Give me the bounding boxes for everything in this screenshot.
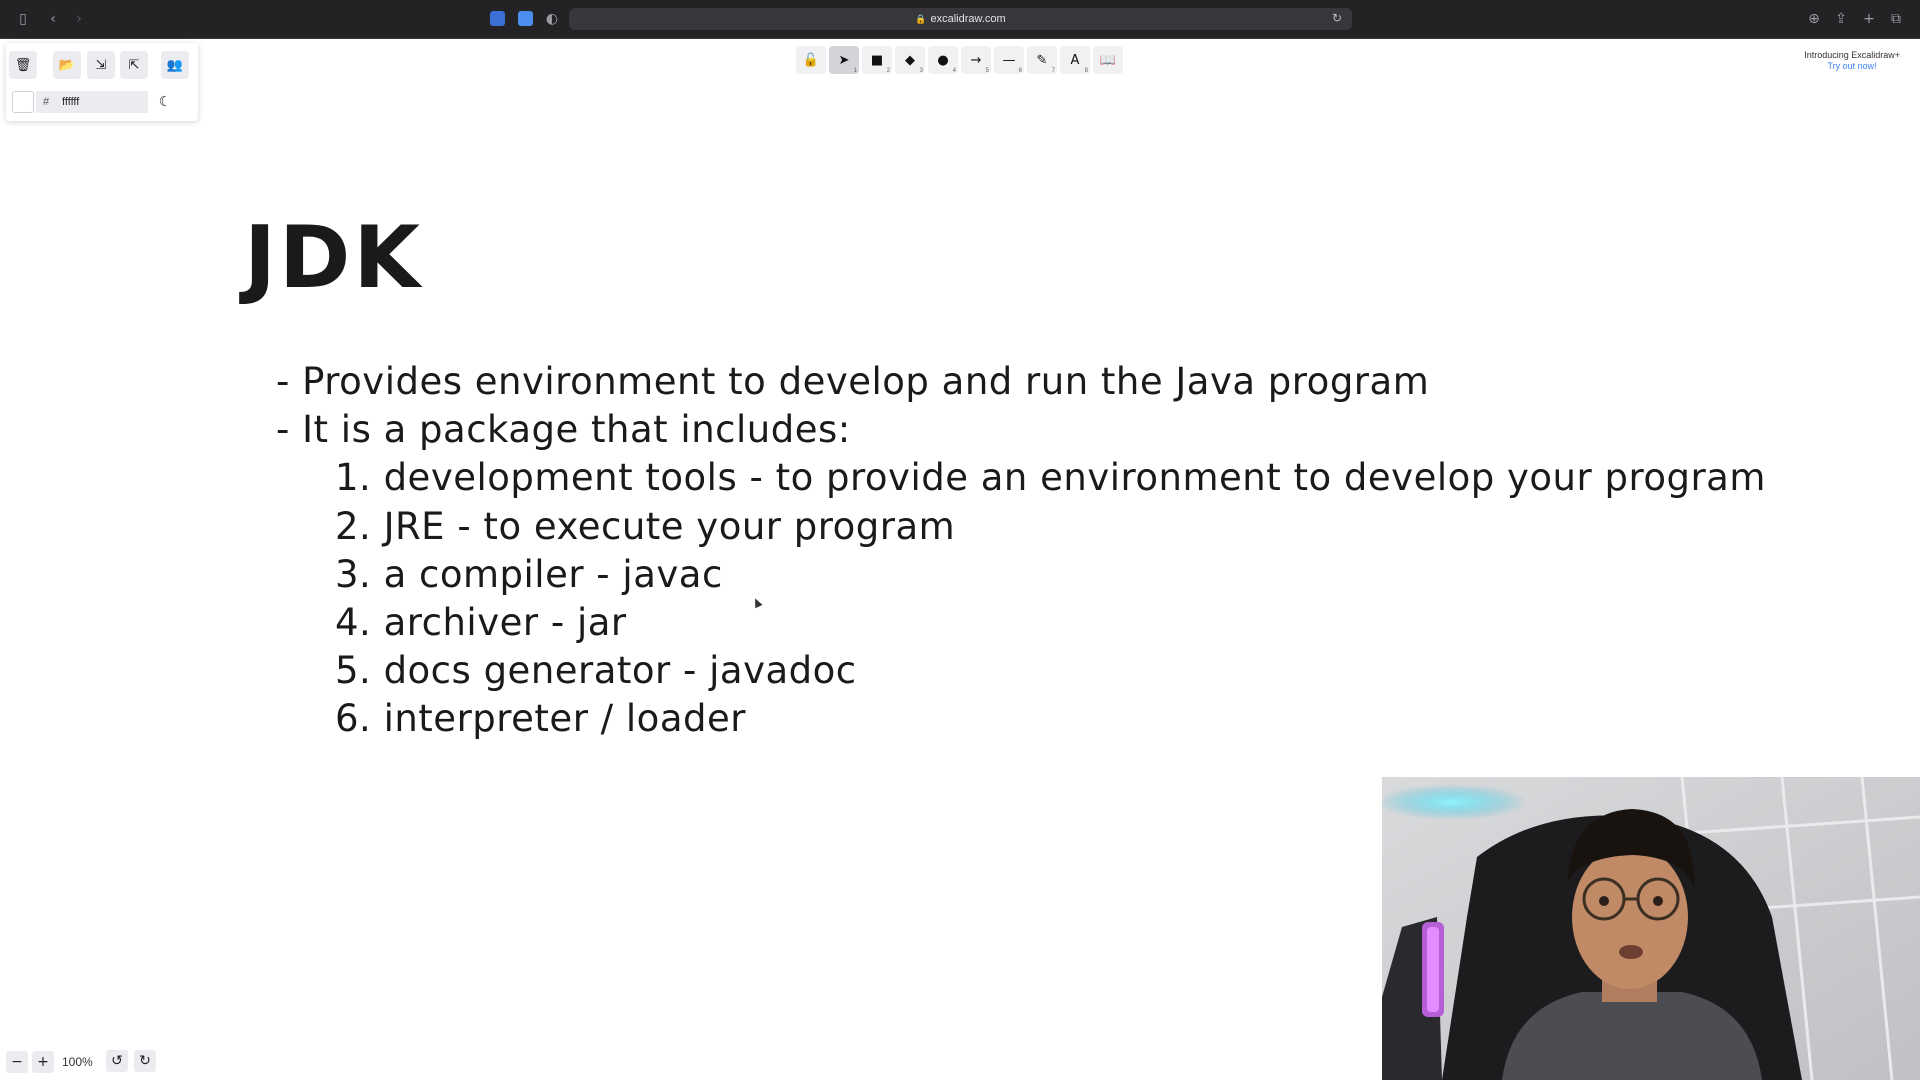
sidebar-toggle-icon[interactable]: ▯ bbox=[14, 9, 32, 29]
list-item[interactable]: 3. a compiler - javac bbox=[335, 553, 723, 596]
excalidraw-plus-promo[interactable]: Introducing Excalidraw+ Try out now! bbox=[1804, 50, 1900, 72]
lock-tool-button[interactable]: 🔓 bbox=[796, 46, 826, 74]
promo-link[interactable]: Try out now! bbox=[1804, 61, 1900, 72]
selection-tool-button[interactable]: ➤ 1 bbox=[829, 46, 859, 74]
redo-button[interactable]: ↻ bbox=[134, 1050, 156, 1072]
bullet-text[interactable]: - Provides environment to develop and ru… bbox=[276, 360, 1429, 403]
webcam-overlay bbox=[1382, 777, 1920, 1080]
history-controls: ↺ ↻ bbox=[106, 1050, 156, 1072]
save-file-icon: ⇲ bbox=[95, 57, 107, 73]
arrow-icon: → bbox=[970, 52, 982, 68]
diamond-icon: ◆ bbox=[905, 52, 915, 68]
hash-label: # bbox=[36, 91, 56, 113]
list-item[interactable]: 4. archiver - jar bbox=[335, 601, 627, 644]
shield-icon[interactable]: ◐ bbox=[545, 9, 559, 29]
browser-toolbar: ▯ ‹ › ◐ 🔒 excalidraw.com ↻ ⊕ ⇪ + ⧉ bbox=[0, 0, 1920, 39]
address-bar[interactable]: 🔒 excalidraw.com ↻ bbox=[569, 8, 1352, 30]
line-icon: — bbox=[1002, 52, 1016, 68]
shortcut-number: 8 bbox=[1084, 68, 1088, 74]
ellipse-tool-button[interactable]: ● 4 bbox=[928, 46, 958, 74]
text-tool-button[interactable]: A8 bbox=[1060, 46, 1090, 74]
forward-icon[interactable]: › bbox=[72, 9, 86, 29]
shortcut-number: 6 bbox=[1018, 68, 1022, 74]
shortcut-number: 7 bbox=[1051, 68, 1055, 74]
back-icon[interactable]: ‹ bbox=[46, 9, 60, 29]
rectangle-tool-button[interactable]: ■ 2 bbox=[862, 46, 892, 74]
trash-icon: 🗑 bbox=[14, 57, 32, 73]
text-icon: A bbox=[1070, 52, 1080, 68]
list-item[interactable]: 1. development tools - to provide an env… bbox=[335, 456, 1766, 499]
shortcut-number: 3 bbox=[919, 68, 923, 74]
ellipse-icon: ● bbox=[937, 52, 949, 68]
extension-icon[interactable] bbox=[518, 11, 533, 26]
pencil-icon: ✎ bbox=[1036, 52, 1048, 68]
reload-icon[interactable]: ↻ bbox=[1332, 11, 1342, 25]
users-icon: 👥 bbox=[166, 57, 184, 73]
zoom-level[interactable]: 100% bbox=[58, 1055, 97, 1069]
shortcut-number: 4 bbox=[952, 68, 956, 74]
dark-mode-toggle-icon[interactable]: ☾ bbox=[151, 91, 179, 113]
canvas-actions-panel: 🗑 📂 ⇲ ⇱ 👥 # ☾ bbox=[6, 43, 198, 121]
url-text: excalidraw.com bbox=[930, 13, 1006, 25]
list-item[interactable]: 5. docs generator - javadoc bbox=[335, 649, 857, 692]
library-button[interactable]: 📖 bbox=[1093, 46, 1123, 74]
promo-title: Introducing Excalidraw+ bbox=[1804, 50, 1900, 60]
bullet-text[interactable]: - It is a package that includes: bbox=[276, 408, 851, 451]
drawing-title[interactable]: JDK bbox=[244, 208, 423, 308]
draw-tool-button[interactable]: ✎ 7 bbox=[1027, 46, 1057, 74]
export-button[interactable]: ⇱ bbox=[120, 51, 148, 79]
list-item[interactable]: 2. JRE - to execute your program bbox=[335, 505, 955, 548]
line-tool-button[interactable]: —6 bbox=[994, 46, 1024, 74]
presenter-video-icon bbox=[1382, 777, 1920, 1080]
shortcut-number: 1 bbox=[853, 68, 857, 74]
zoom-controls: − + 100% bbox=[6, 1050, 97, 1074]
folder-icon: 📂 bbox=[58, 57, 76, 73]
shortcut-number: 2 bbox=[886, 68, 890, 74]
background-color-swatch[interactable] bbox=[12, 91, 34, 113]
save-button[interactable]: ⇲ bbox=[87, 51, 115, 79]
rectangle-icon: ■ bbox=[870, 52, 884, 68]
lock-icon: 🔒 bbox=[915, 13, 927, 24]
shortcut-number: 5 bbox=[985, 68, 989, 74]
open-button[interactable]: 📂 bbox=[53, 51, 81, 79]
background-color-input[interactable] bbox=[56, 91, 148, 113]
zoom-in-button[interactable]: + bbox=[32, 1051, 54, 1073]
diamond-tool-button[interactable]: ◆ 3 bbox=[895, 46, 925, 74]
export-image-icon: ⇱ bbox=[128, 57, 140, 73]
extension-icon[interactable] bbox=[490, 11, 505, 26]
download-icon[interactable]: ⊕ bbox=[1806, 9, 1822, 29]
shape-toolbar: 🔓 ➤ 1 ■ 2 ◆ 3 ● 4 → 5 —6 ✎ 7 A8 📖 bbox=[796, 46, 1126, 76]
arrow-tool-button[interactable]: → 5 bbox=[961, 46, 991, 74]
undo-button[interactable]: ↺ bbox=[106, 1050, 128, 1072]
collaborate-button[interactable]: 👥 bbox=[161, 51, 189, 79]
share-icon[interactable]: ⇪ bbox=[1833, 9, 1849, 29]
book-icon: 📖 bbox=[1099, 52, 1117, 68]
unlock-icon: 🔓 bbox=[802, 52, 820, 68]
new-tab-icon[interactable]: + bbox=[1861, 9, 1877, 29]
clear-canvas-button[interactable]: 🗑 bbox=[9, 51, 37, 79]
list-item[interactable]: 6. interpreter / loader bbox=[335, 697, 746, 740]
pointer-icon: ➤ bbox=[838, 52, 850, 68]
tabs-overview-icon[interactable]: ⧉ bbox=[1888, 9, 1904, 29]
zoom-out-button[interactable]: − bbox=[6, 1051, 28, 1073]
